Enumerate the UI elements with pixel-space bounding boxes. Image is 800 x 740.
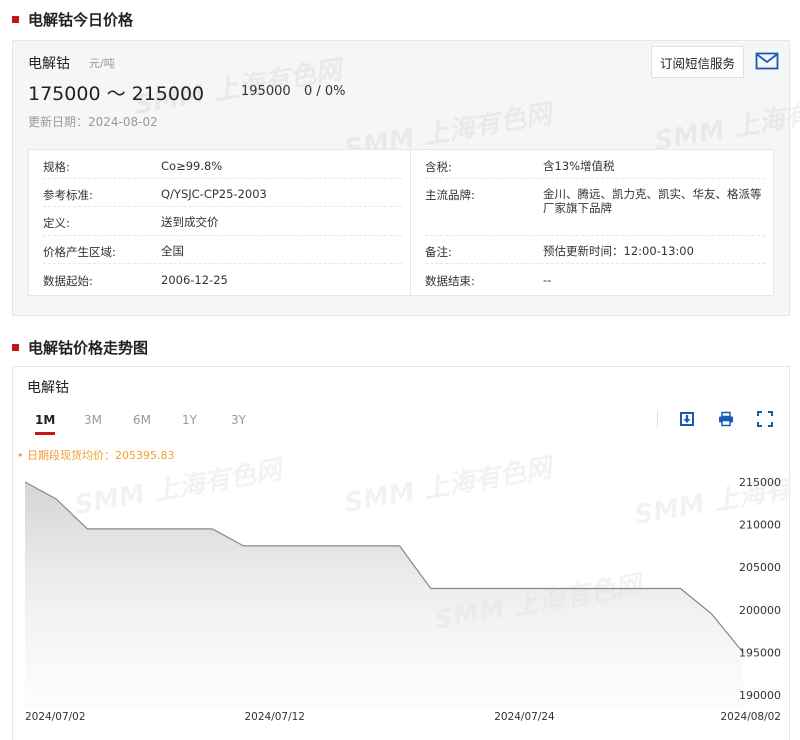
spec-label: 备注: (425, 245, 452, 259)
price-trend-chart: 190000 195000 200000 205000 210000 215000 202… (23, 476, 781, 723)
data-point[interactable] (398, 544, 402, 548)
data-point[interactable] (616, 587, 620, 591)
data-point[interactable] (335, 544, 339, 548)
data-point[interactable] (460, 587, 464, 591)
data-point[interactable] (242, 544, 246, 548)
y-tick-label: 215000 (739, 476, 781, 489)
spec-row: 数据结束: -- (425, 263, 765, 295)
spec-value: 预估更新时间：12:00-13:00 (543, 244, 694, 258)
data-point[interactable] (522, 587, 526, 591)
spec-label: 价格产生区域: (43, 245, 116, 259)
spec-value: Q/YSJC-CP25-2003 (161, 187, 267, 201)
spec-row: 参考标准: Q/YSJC-CP25-2003 (43, 178, 402, 207)
section-title-price: 电解钴今日价格 (12, 9, 133, 29)
data-point[interactable] (148, 527, 152, 531)
x-tick-label: 2024/07/02 (25, 711, 86, 723)
subscribe-sms-button[interactable]: 订阅短信服务 (651, 46, 745, 78)
spec-row: 备注: 预估更新时间：12:00-13:00 (425, 235, 765, 264)
spec-label: 数据结束: (425, 274, 475, 288)
data-point[interactable] (54, 497, 58, 501)
spec-value: 送到成交价 (161, 215, 219, 229)
y-tick-label: 195000 (739, 646, 781, 659)
data-point[interactable] (210, 527, 214, 531)
spec-value: 2006-12-25 (161, 273, 228, 287)
data-point[interactable] (710, 612, 714, 616)
y-tick-label: 200000 (739, 604, 781, 617)
product-name: 电解钴 (28, 56, 70, 72)
data-point[interactable] (554, 587, 558, 591)
price-unit: 元/吨 (89, 57, 115, 70)
spec-table-left: 规格: Co≥99.8% 参考标准: Q/YSJC-CP25-2003 定义: … (28, 149, 411, 296)
data-point[interactable] (179, 527, 183, 531)
price-card: SMM 上海有色网 SMM 上海有色网 SMM 上海有色网 电解钴 元/吨 17… (12, 40, 800, 316)
data-point[interactable] (647, 587, 651, 591)
spec-value: 金川、腾远、凯力克、凯实、华友、格派等厂家旗下品牌 (543, 187, 762, 215)
spec-label: 主流品牌: (425, 188, 475, 202)
chart-card: 电解钴 1M 3M 6M 1Y 3Y • 日期段现货均价：205395.83 S… (12, 366, 790, 740)
spec-label: 定义: (43, 216, 70, 230)
data-point[interactable] (429, 587, 433, 591)
spec-value: 含13%增值税 (543, 159, 615, 173)
spec-label: 数据起始: (43, 274, 93, 288)
data-point[interactable] (366, 544, 370, 548)
data-point[interactable] (23, 480, 27, 484)
section-title-trend: 电解钴价格走势图 (12, 337, 148, 357)
data-point[interactable] (585, 587, 589, 591)
section-marker (12, 15, 19, 23)
spec-row: 数据起始: 2006-12-25 (43, 263, 402, 295)
price-change: 0 / 0% (304, 84, 346, 99)
x-tick-label: 2024/08/02 (720, 711, 781, 723)
data-point[interactable] (679, 587, 683, 591)
update-date: 更新日期：2024-08-02 (28, 115, 158, 129)
data-point[interactable] (491, 587, 495, 591)
data-point[interactable] (304, 544, 308, 548)
y-tick-label: 205000 (739, 561, 781, 574)
spec-label: 含税: (425, 160, 452, 174)
y-tick-label: 190000 (739, 689, 781, 702)
price-range: 175000 ～ 215000 (28, 83, 205, 105)
data-point[interactable] (117, 527, 121, 531)
data-point[interactable] (85, 527, 89, 531)
spec-value: -- (543, 273, 552, 287)
spec-row: 价格产生区域: 全国 (43, 235, 402, 264)
series-area (25, 482, 743, 707)
spec-label: 规格: (43, 160, 70, 174)
spec-row: 规格: Co≥99.8% (43, 150, 402, 179)
section-title-text: 电解钴今日价格 (28, 10, 134, 29)
spec-row: 含税: 含13%增值税 (425, 150, 765, 179)
spec-row: 定义: 送到成交价 (43, 206, 402, 236)
spec-row: 主流品牌: 金川、腾远、凯力克、凯实、华友、格派等厂家旗下品牌 (425, 178, 765, 236)
watermark: SMM 上海有色网 (652, 90, 800, 157)
spec-value: 全国 (161, 244, 184, 258)
x-tick-label: 2024/07/24 (494, 711, 555, 723)
average-price: 195000 (241, 84, 291, 99)
x-tick-label: 2024/07/12 (244, 711, 305, 723)
mail-icon[interactable] (755, 51, 779, 71)
data-point[interactable] (273, 544, 277, 548)
y-tick-label: 210000 (739, 519, 781, 532)
spec-value: Co≥99.8% (161, 159, 223, 173)
spec-label: 参考标准: (43, 188, 93, 202)
section-title-text: 电解钴价格走势图 (28, 338, 149, 357)
section-marker (12, 343, 19, 351)
spec-table-right: 含税: 含13%增值税 主流品牌: 金川、腾远、凯力克、凯实、华友、格派等厂家旗… (410, 149, 774, 296)
